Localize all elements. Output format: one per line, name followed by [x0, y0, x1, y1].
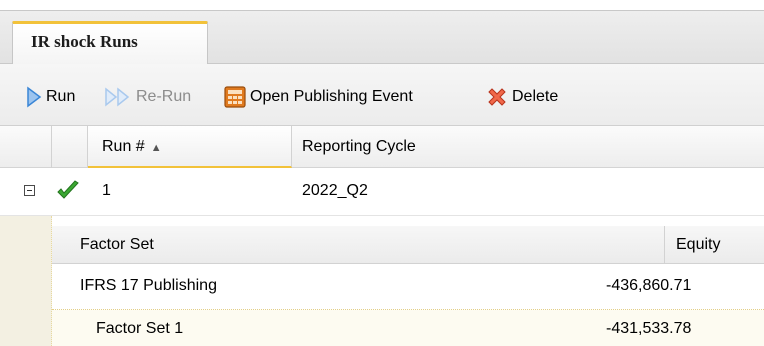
equity-cell: -436,860.71 [606, 277, 692, 294]
run-button-label: Run [46, 88, 76, 105]
subgrid-row[interactable]: Factor Set 1 -431,533.78 [52, 310, 764, 346]
toolbar: Run Re-Run Open Publishing Event Delete [0, 64, 764, 126]
delete-x-icon [488, 88, 506, 106]
column-label-factor-set: Factor Set [80, 236, 154, 253]
reporting-cycle-cell: 2022_Q2 [302, 182, 368, 199]
header-expander-cell [0, 126, 52, 168]
factor-set-cell: Factor Set 1 [96, 320, 184, 337]
play-icon [27, 86, 42, 108]
column-divider [664, 226, 665, 264]
sort-ascending-icon: ▲ [150, 142, 162, 154]
delete-button-label: Delete [512, 88, 559, 105]
run-number-cell: 1 [102, 182, 111, 199]
column-label-equity: Equity [676, 236, 721, 253]
open-publishing-event-label: Open Publishing Event [250, 88, 413, 105]
column-label-run-number: Run # [102, 138, 145, 155]
tab-ir-shock-runs[interactable]: IR shock Runs [12, 21, 208, 65]
tab-label: IR shock Runs [31, 32, 138, 51]
tab-strip: IR shock Runs [0, 10, 764, 65]
double-play-icon [105, 87, 130, 107]
grid-header: Run # ▲ Reporting Cycle [0, 126, 764, 168]
rerun-button[interactable]: Re-Run [104, 84, 191, 110]
equity-cell: -431,533.78 [606, 320, 692, 337]
open-publishing-event-button[interactable]: Open Publishing Event [224, 84, 413, 110]
top-band [0, 0, 764, 10]
delete-button[interactable]: Delete [486, 84, 558, 110]
detail-gutter [0, 216, 52, 346]
column-header-reporting-cycle[interactable]: Reporting Cycle [292, 126, 764, 168]
calculator-icon [224, 86, 246, 108]
rerun-button-label: Re-Run [136, 88, 192, 105]
success-check-icon [57, 180, 79, 199]
subgrid-row[interactable]: IFRS 17 Publishing -436,860.71 [52, 264, 764, 310]
subgrid-header: Factor Set Equity [52, 226, 764, 264]
collapse-row-toggle[interactable] [24, 185, 35, 196]
header-status-cell [52, 126, 88, 168]
column-label-reporting-cycle: Reporting Cycle [302, 138, 416, 155]
run-button[interactable]: Run [26, 84, 75, 110]
factor-set-cell: IFRS 17 Publishing [80, 277, 217, 294]
table-row[interactable]: 1 2022_Q2 [0, 168, 764, 216]
column-header-run-number[interactable]: Run # ▲ [88, 126, 292, 168]
